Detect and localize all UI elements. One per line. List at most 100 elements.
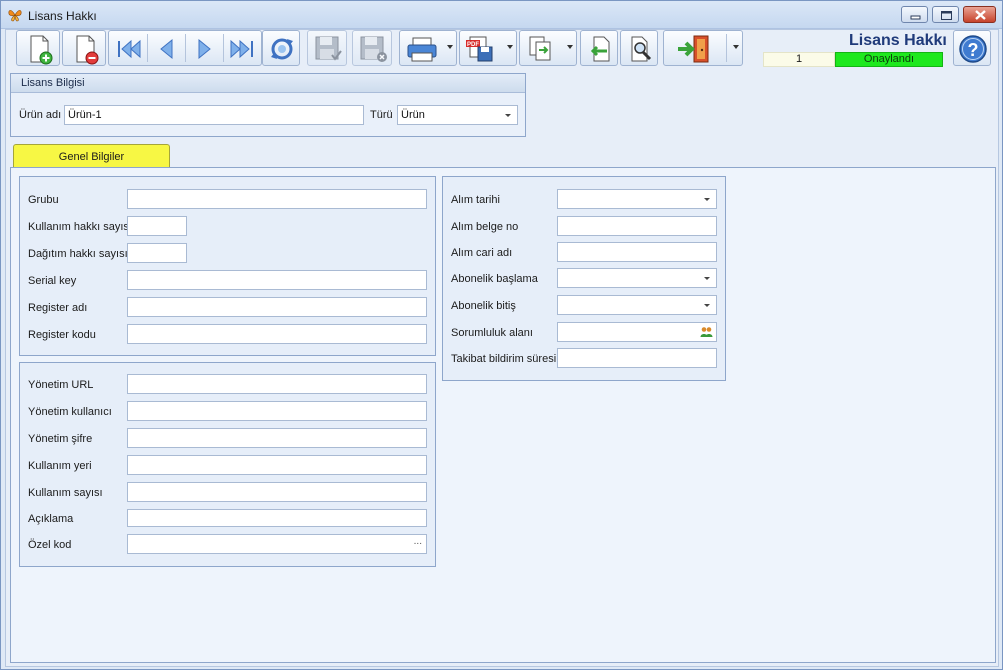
document-delete-icon bbox=[76, 35, 99, 65]
save-button[interactable] bbox=[307, 30, 347, 66]
last-icon[interactable] bbox=[223, 31, 263, 67]
chevron-down-icon bbox=[505, 114, 511, 117]
window-title: Lisans Hakkı bbox=[28, 9, 97, 23]
close-icon bbox=[975, 10, 986, 20]
distribution-right-count-label: Dağıtım hakkı sayısı bbox=[28, 248, 128, 260]
license-info-group: Lisans Bilgisi Ürün adı Ürün-1 Türü Ürün bbox=[10, 73, 526, 137]
register-name-label: Register adı bbox=[28, 302, 88, 314]
document-add-icon bbox=[30, 35, 53, 65]
type-select-value: Ürün bbox=[401, 109, 425, 121]
status-badge: Onaylandı bbox=[835, 52, 943, 67]
group-input[interactable] bbox=[127, 189, 427, 209]
exit-button[interactable] bbox=[663, 30, 743, 66]
purchase-account-name-input[interactable] bbox=[557, 242, 717, 262]
register-code-input[interactable] bbox=[127, 324, 427, 344]
chevron-down-icon bbox=[704, 198, 710, 201]
minimize-button[interactable] bbox=[901, 6, 928, 23]
admin-url-input[interactable] bbox=[127, 374, 427, 394]
first-icon[interactable] bbox=[109, 31, 147, 67]
title-bar: Lisans Hakkı bbox=[1, 1, 1002, 29]
usage-location-label: Kullanım yeri bbox=[28, 460, 92, 472]
navigation-group bbox=[108, 30, 262, 66]
special-code-label: Özel kod bbox=[28, 539, 72, 551]
printer-icon bbox=[407, 37, 437, 62]
previous-icon[interactable] bbox=[147, 31, 185, 67]
follow-up-notice-period-input[interactable] bbox=[557, 348, 717, 368]
product-name-input[interactable]: Ürün-1 bbox=[64, 105, 364, 125]
refresh-button[interactable] bbox=[262, 30, 300, 66]
chevron-down-icon bbox=[704, 277, 710, 280]
usage-right-count-input[interactable] bbox=[127, 216, 187, 236]
svg-text:?: ? bbox=[968, 40, 979, 60]
tab-genel-bilgiler[interactable]: Genel Bilgiler bbox=[13, 144, 170, 169]
general-group-1: Grubu Kullanım hakkı sayısı Dağıtım hakk… bbox=[19, 176, 436, 356]
description-label: Açıklama bbox=[28, 513, 74, 525]
chevron-down-icon bbox=[704, 304, 710, 307]
minimize-icon bbox=[910, 15, 921, 20]
svg-text:PDF: PDF bbox=[467, 42, 479, 48]
responsibility-area-input[interactable] bbox=[557, 322, 717, 342]
print-button[interactable] bbox=[399, 30, 457, 66]
product-name-label: Ürün adı bbox=[19, 109, 62, 121]
special-code-input[interactable]: ... bbox=[127, 534, 427, 554]
type-label: Türü bbox=[370, 109, 393, 121]
license-info-title: Lisans Bilgisi bbox=[11, 74, 525, 93]
search-button[interactable] bbox=[620, 30, 658, 66]
admin-url-label: Yönetim URL bbox=[28, 379, 94, 391]
responsibility-area-label: Sorumluluk alanı bbox=[451, 327, 533, 339]
purchase-account-name-label: Alım cari adı bbox=[451, 247, 513, 259]
admin-password-input[interactable] bbox=[127, 428, 427, 448]
save-cancel-icon bbox=[360, 36, 387, 62]
purchase-document-no-label: Alım belge no bbox=[451, 221, 519, 233]
ellipsis-button[interactable]: ... bbox=[414, 533, 422, 551]
distribution-right-count-input[interactable] bbox=[127, 243, 187, 263]
app-window: Lisans Hakkı PDF Lisans Hakkı 1 Onayland… bbox=[0, 0, 1003, 670]
pdf-save-icon: PDF bbox=[466, 36, 493, 62]
description-input[interactable] bbox=[127, 509, 427, 527]
close-button[interactable] bbox=[963, 6, 996, 23]
document-search-icon bbox=[631, 36, 652, 62]
export-icon bbox=[529, 36, 551, 61]
restore-icon bbox=[941, 11, 952, 20]
serial-key-input[interactable] bbox=[127, 270, 427, 290]
usage-location-input[interactable] bbox=[127, 455, 427, 475]
delete-record-button[interactable] bbox=[62, 30, 106, 66]
usage-right-count-label: Kullanım hakkı sayısı bbox=[28, 221, 132, 233]
new-record-button[interactable] bbox=[16, 30, 60, 66]
purchase-document-no-input[interactable] bbox=[557, 216, 717, 236]
exit-door-icon bbox=[678, 35, 709, 63]
help-button[interactable]: ? bbox=[953, 30, 991, 66]
users-icon[interactable] bbox=[700, 326, 713, 338]
purchase-date-picker[interactable] bbox=[557, 189, 717, 209]
type-select[interactable]: Ürün bbox=[397, 105, 518, 125]
main-area: PDF Lisans Hakkı 1 Onaylandı ? Lisans Bi… bbox=[5, 29, 999, 667]
butterfly-icon bbox=[8, 10, 22, 22]
copy-export-button[interactable] bbox=[519, 30, 577, 66]
serial-key-label: Serial key bbox=[28, 275, 77, 287]
import-button[interactable] bbox=[580, 30, 618, 66]
register-code-label: Register kodu bbox=[28, 329, 96, 341]
admin-user-input[interactable] bbox=[127, 401, 427, 421]
group-label: Grubu bbox=[28, 194, 59, 206]
help-icon: ? bbox=[959, 35, 987, 63]
usage-count-input[interactable] bbox=[127, 482, 427, 502]
subscription-start-picker[interactable] bbox=[557, 268, 717, 288]
admin-user-label: Yönetim kullanıcı bbox=[28, 406, 112, 418]
tab-page-general: Grubu Kullanım hakkı sayısı Dağıtım hakk… bbox=[10, 167, 996, 663]
cancel-save-button[interactable] bbox=[352, 30, 392, 66]
usage-count-label: Kullanım sayısı bbox=[28, 487, 103, 499]
subscription-end-picker[interactable] bbox=[557, 295, 717, 315]
maximize-button[interactable] bbox=[932, 6, 959, 23]
page-title: Lisans Hakkı bbox=[849, 32, 947, 49]
purchase-date-label: Alım tarihi bbox=[451, 194, 500, 206]
record-number: 1 bbox=[763, 52, 835, 67]
follow-up-notice-period-label: Takibat bildirim süresi bbox=[451, 353, 557, 365]
refresh-icon bbox=[271, 38, 293, 60]
next-icon[interactable] bbox=[185, 31, 223, 67]
subscription-end-label: Abonelik bitiş bbox=[451, 300, 516, 312]
pdf-export-button[interactable]: PDF bbox=[459, 30, 517, 66]
general-group-3: Alım tarihi Alım belge no Alım cari adı … bbox=[442, 176, 726, 381]
general-group-2: Yönetim URL Yönetim kullanıcı Yönetim şi… bbox=[19, 362, 436, 567]
register-name-input[interactable] bbox=[127, 297, 427, 317]
import-icon bbox=[590, 36, 610, 62]
